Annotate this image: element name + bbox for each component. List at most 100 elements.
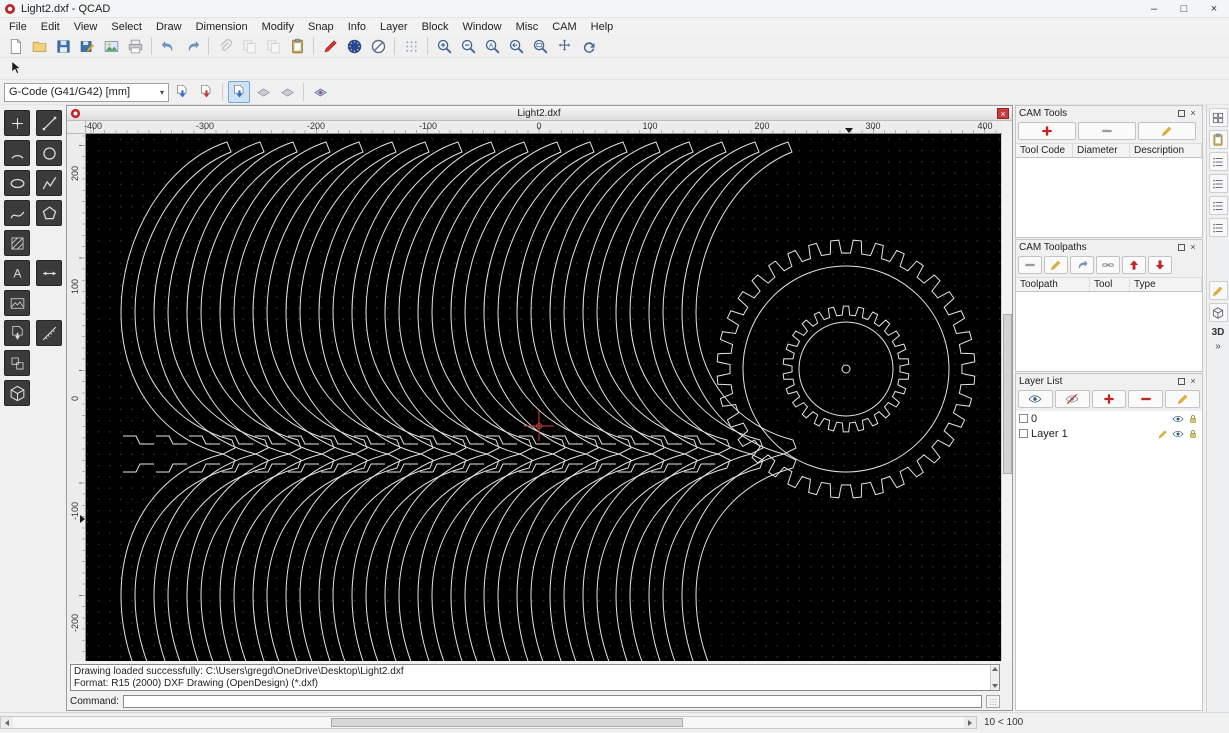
dock-block-list-button[interactable] [1208, 108, 1228, 127]
open-file-button[interactable] [28, 35, 50, 57]
zoom-out-button[interactable] [457, 35, 479, 57]
previous-view-button[interactable] [505, 35, 527, 57]
drawing-window-titlebar[interactable]: Light2.dxf × [67, 106, 1012, 121]
drawing-canvas[interactable] [86, 134, 1002, 661]
isometric-view-alt-button[interactable] [276, 81, 298, 103]
column-header[interactable]: Description [1130, 144, 1202, 157]
panel-float-button[interactable] [1175, 107, 1187, 119]
save-button[interactable] [52, 35, 74, 57]
cam-export-button[interactable] [171, 81, 193, 103]
eye-icon[interactable] [1172, 413, 1184, 425]
column-header[interactable]: Type [1130, 278, 1202, 291]
column-header[interactable]: Diameter [1073, 144, 1130, 157]
menu-block[interactable]: Block [415, 20, 456, 34]
dock-3d-label[interactable]: 3D [1212, 327, 1225, 338]
layer-checkbox[interactable] [1019, 414, 1028, 423]
layer-row[interactable]: 0 [1016, 411, 1202, 426]
hide-all-layers-button[interactable] [1054, 390, 1090, 408]
menu-modify[interactable]: Modify [255, 20, 301, 34]
maximize-button[interactable]: □ [1169, 0, 1199, 17]
zoom-in-button[interactable] [433, 35, 455, 57]
remove-layer-button[interactable] [1128, 390, 1164, 408]
dock-view-cube-button[interactable] [1208, 303, 1228, 322]
copy-with-reference-button[interactable] [262, 35, 284, 57]
menu-snap[interactable]: Snap [301, 20, 341, 34]
layer-checkbox[interactable] [1019, 429, 1028, 438]
cam-tools-list[interactable] [1016, 158, 1202, 237]
auto-zoom-button[interactable] [481, 35, 503, 57]
window-zoom-button[interactable] [529, 35, 551, 57]
export-bitmap-button[interactable] [100, 35, 122, 57]
panel-close-button[interactable]: × [1187, 375, 1199, 387]
horizontal-scrollbar-thumb[interactable] [331, 718, 683, 727]
disable-preview-button[interactable] [367, 35, 389, 57]
layer-row[interactable]: Layer 1 [1016, 426, 1202, 441]
cam-simulate-button[interactable] [309, 81, 331, 103]
add-layer-button[interactable] [1091, 390, 1127, 408]
hatch-tool-button[interactable] [4, 230, 30, 256]
scroll-up-icon[interactable] [992, 667, 998, 671]
arc-tool-button[interactable] [4, 140, 30, 166]
panel-float-button[interactable] [1175, 375, 1187, 387]
cam-tool-button[interactable] [4, 320, 30, 346]
vertical-scrollbar-thumb[interactable] [1003, 314, 1012, 474]
new-file-button[interactable] [4, 35, 26, 57]
redraw-button[interactable] [577, 35, 599, 57]
dock-expand-button[interactable]: » [1215, 341, 1221, 352]
eye-icon[interactable] [1172, 428, 1184, 440]
dock-clipboard-button[interactable] [1208, 130, 1228, 149]
menu-cam[interactable]: CAM [545, 20, 583, 34]
pencil-icon[interactable] [1157, 428, 1169, 440]
dock-library-browser-button[interactable] [1208, 196, 1228, 215]
point-tool-button[interactable] [4, 110, 30, 136]
image-tool-button[interactable] [4, 290, 30, 316]
edit-layer-button[interactable] [1165, 390, 1200, 408]
spline-tool-button[interactable] [4, 200, 30, 226]
vertical-scrollbar[interactable] [1001, 134, 1012, 661]
regenerate-toolpath-button[interactable] [1070, 256, 1094, 274]
dock-pencil-button[interactable] [1208, 281, 1228, 300]
menu-view[interactable]: View [67, 20, 105, 34]
layer-list[interactable]: 0 Layer 1 [1016, 411, 1202, 710]
cam-toggle-button[interactable] [228, 81, 250, 103]
command-options-button[interactable] [986, 695, 1000, 708]
menu-window[interactable]: Window [455, 20, 508, 34]
menu-help[interactable]: Help [584, 20, 621, 34]
menu-layer[interactable]: Layer [373, 20, 415, 34]
menu-draw[interactable]: Draw [149, 20, 189, 34]
panel-close-button[interactable]: × [1187, 107, 1199, 119]
cam-toolpaths-list[interactable] [1016, 292, 1202, 371]
scroll-down-icon[interactable] [992, 684, 998, 688]
lock-icon[interactable] [1187, 428, 1199, 440]
menu-select[interactable]: Select [104, 20, 149, 34]
show-all-layers-button[interactable] [1018, 390, 1053, 408]
pan-zoom-button[interactable] [553, 35, 575, 57]
save-as-button[interactable] [76, 35, 98, 57]
move-up-button[interactable] [1122, 256, 1146, 274]
dimension-tool-button[interactable] [36, 260, 62, 286]
menu-misc[interactable]: Misc [509, 20, 546, 34]
lock-icon[interactable] [1187, 413, 1199, 425]
modify-tool-button[interactable] [4, 350, 30, 376]
drawing-window-close-button[interactable]: × [997, 107, 1009, 119]
column-header[interactable]: Tool Code [1016, 144, 1073, 157]
undo-button[interactable] [157, 35, 179, 57]
column-header[interactable]: Toolpath [1016, 278, 1090, 291]
drawing-preferences-button[interactable] [343, 35, 365, 57]
link-toolpath-button[interactable] [1096, 256, 1120, 274]
panel-float-button[interactable] [1175, 241, 1187, 253]
scroll-right-icon[interactable] [968, 719, 972, 726]
redo-button[interactable] [181, 35, 203, 57]
move-down-button[interactable] [1148, 256, 1172, 274]
menu-edit[interactable]: Edit [34, 20, 67, 34]
paste-button[interactable] [286, 35, 308, 57]
cut-button[interactable] [214, 35, 236, 57]
circle-tool-button[interactable] [36, 140, 62, 166]
line-tool-button[interactable] [36, 110, 62, 136]
polyline-tool-button[interactable] [36, 170, 62, 196]
panel-close-button[interactable]: × [1187, 241, 1199, 253]
close-button[interactable]: × [1199, 0, 1229, 17]
console-scrollbar[interactable] [990, 665, 999, 690]
remove-tool-button[interactable] [1078, 122, 1136, 140]
ellipse-tool-button[interactable] [4, 170, 30, 196]
